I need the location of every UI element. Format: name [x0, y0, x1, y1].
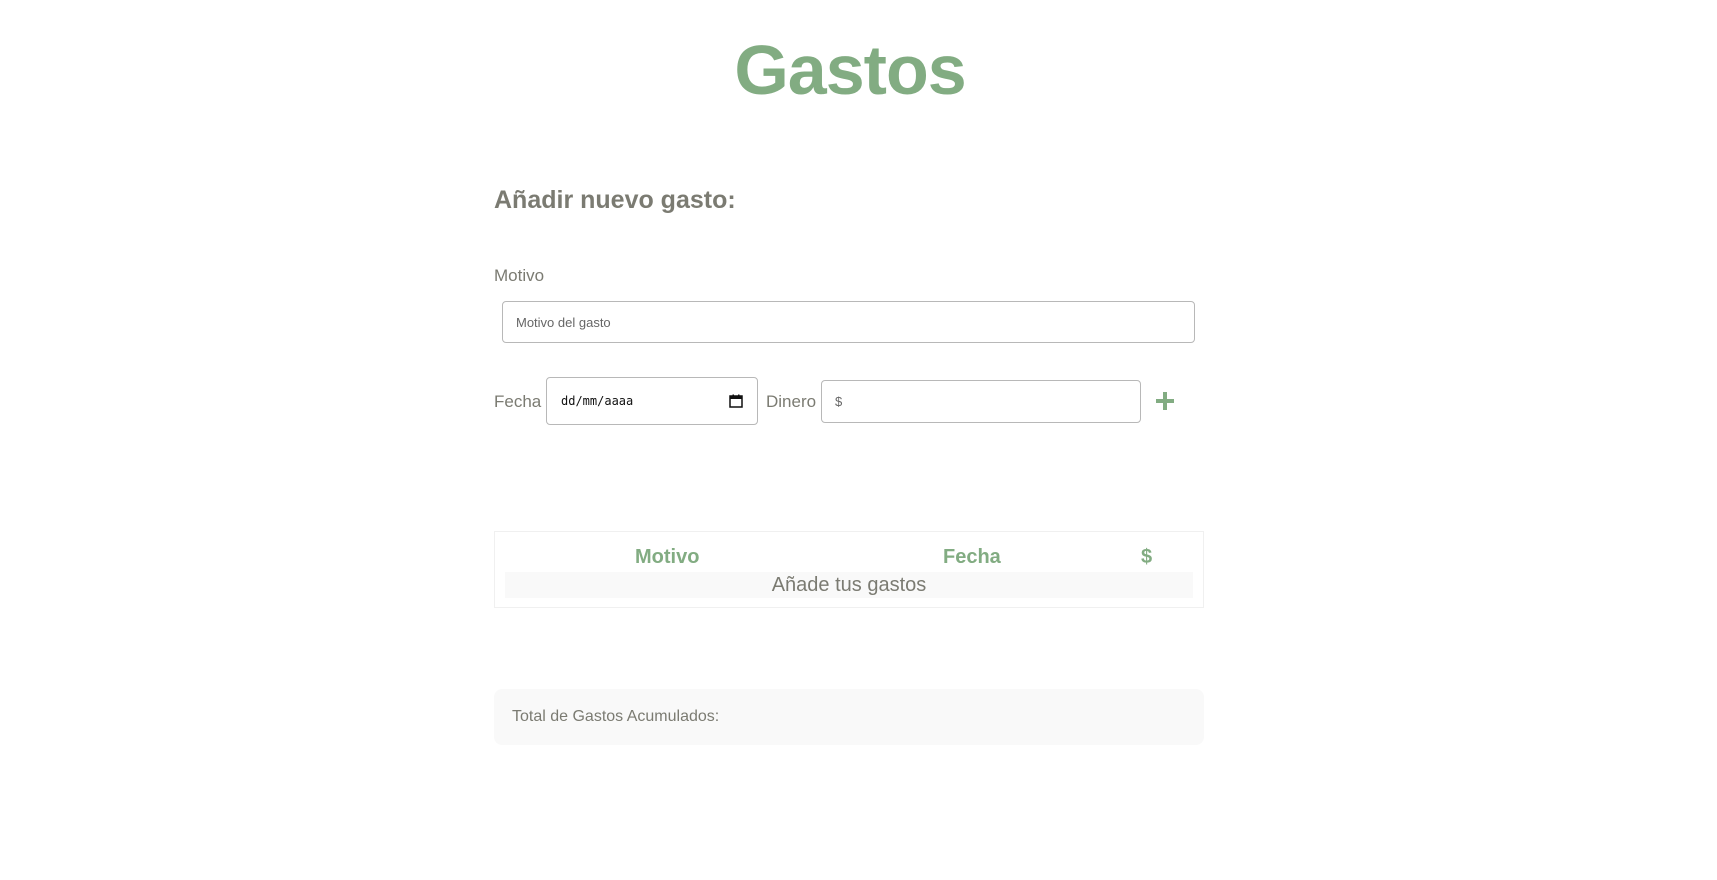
- fecha-label: Fecha: [494, 392, 542, 411]
- total-label: Total de Gastos Acumulados:: [512, 708, 720, 725]
- total-summary: Total de Gastos Acumulados:: [494, 689, 1204, 745]
- column-header-motivo: Motivo: [635, 546, 700, 568]
- expenses-table: Motivo Fecha $ Añade tus gastos: [494, 531, 1204, 608]
- plus-icon: [1156, 392, 1174, 410]
- empty-table-message: Añade tus gastos: [505, 572, 1193, 598]
- new-expense-heading: Añadir nuevo gasto:: [494, 186, 736, 214]
- page: Gastos Añadir nuevo gasto: Motivo Fecha …: [0, 0, 1717, 880]
- motivo-label: Motivo: [494, 266, 545, 285]
- dinero-input[interactable]: [821, 380, 1141, 423]
- fecha-placeholder: dd/mm/aaaa: [561, 394, 634, 408]
- column-header-fecha: Fecha: [943, 546, 1001, 568]
- motivo-input[interactable]: [502, 301, 1195, 343]
- column-header-dinero: $: [1141, 546, 1153, 568]
- page-title: Gastos: [734, 31, 966, 109]
- add-expense-button[interactable]: [1152, 388, 1178, 414]
- calendar-icon[interactable]: [729, 394, 743, 408]
- fecha-date-input[interactable]: dd/mm/aaaa: [546, 377, 758, 425]
- dinero-label: Dinero: [766, 392, 817, 411]
